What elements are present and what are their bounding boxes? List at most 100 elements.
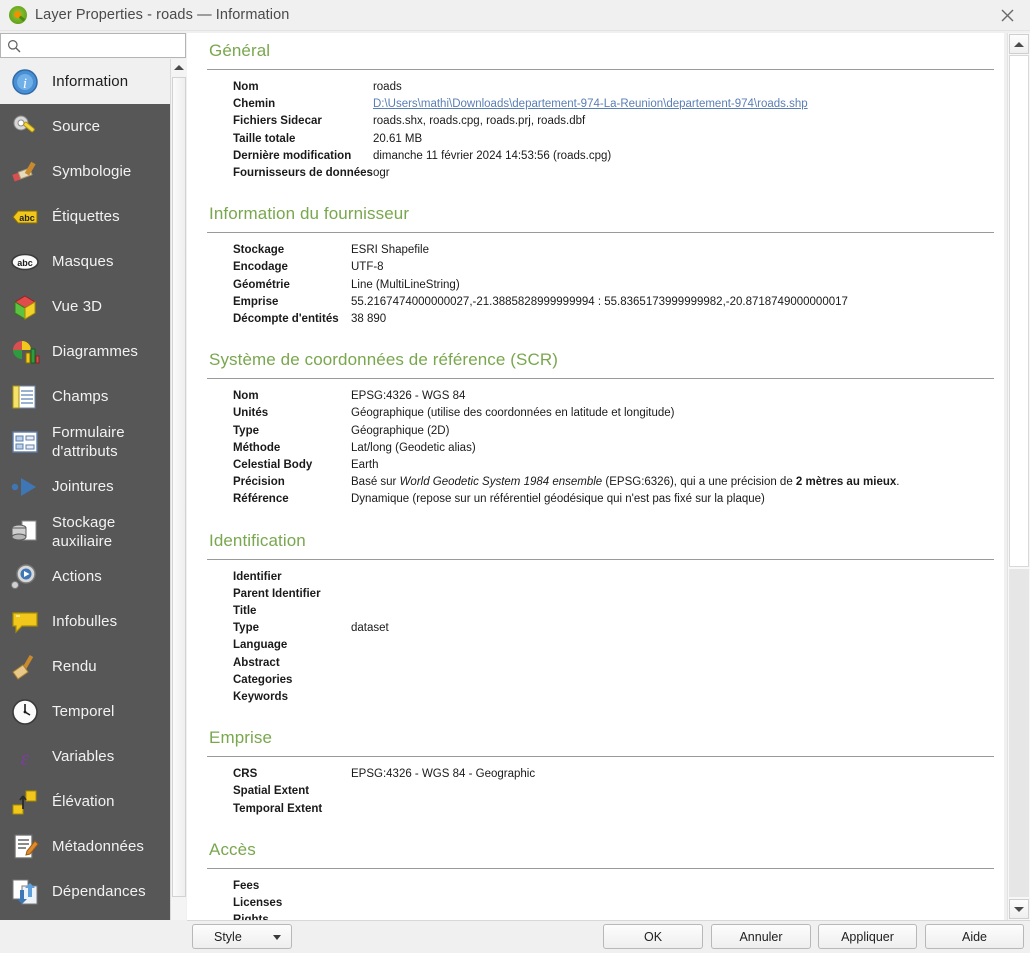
sidebar-item-champs[interactable]: Champs [0,374,170,419]
search-icon [7,39,21,53]
attributes-form-icon [8,425,42,459]
section-heading: Information du fournisseur [209,204,410,224]
content-scroll-thumb[interactable] [1009,55,1029,567]
sidebar-item-m-tadonn-es[interactable]: Métadonnées [0,824,170,869]
property-row: Fichiers Sidecar roads.shx, roads.cpg, ro… [233,113,808,130]
style-button[interactable]: Style [192,924,292,949]
section-heading: Accès [209,839,256,859]
content-scroll-track[interactable] [1009,569,1029,897]
rendering-broom-icon [8,650,42,684]
property-row: Nom EPSG:4326 - WGS 84 [233,388,899,405]
property-row: Rights [233,912,351,920]
sidebar-scroll-up-icon[interactable] [171,59,187,76]
sidebar-item-label: Jointures [52,478,114,495]
property-row: Unités Géographique (utilise des coordonn… [233,405,899,422]
auxiliary-storage-icon [8,515,42,549]
search-box[interactable] [0,33,186,58]
close-icon[interactable] [984,0,1030,31]
sidebar-scroll-thumb[interactable] [172,77,186,897]
sidebar-item-l-vation[interactable]: Élévation [0,779,170,824]
sidebar-item-source[interactable]: Source [0,104,170,149]
tooltips-balloon-icon [8,605,42,639]
search-input[interactable] [26,35,176,56]
labels-abc-tag-icon: abc [8,200,42,234]
section-divider [207,378,994,380]
sidebar-item-temporel[interactable]: Temporel [0,689,170,734]
content-scroll-up-icon[interactable] [1009,34,1029,54]
precision-bold: 2 mètres au mieux [795,476,897,489]
information-icon: i [8,65,42,99]
property-key: Emprise [233,295,279,308]
property-key: Parent Identifier [233,587,321,600]
sidebar-item-label: Diagrammes [52,343,139,360]
sidebar-item-jointures[interactable]: Jointures [0,464,170,509]
sidebar-item-label: Étiquettes [52,208,120,225]
sidebar-item-rendu[interactable]: Rendu [0,644,170,689]
property-key: Taille totale [233,132,296,145]
precision-italic: World Geodetic System 1984 ensemble [399,476,603,489]
property-row: Stockage ESRI Shapefile [233,242,848,259]
help-button[interactable]: Aide [925,924,1024,949]
title-bar: Layer Properties - roads — Information [0,0,1030,31]
content-scroll-down-icon[interactable] [1009,899,1029,919]
section-emprise: Emprise CRS EPSG:4326 - WGS 84 - Geographi… [207,728,994,818]
precision-suffix: . [896,476,900,489]
metadata-document-pencil-icon [8,830,42,864]
sidebar-item-information[interactable]: i Information [0,59,170,104]
svg-text:abc: abc [19,213,35,223]
sidebar-item-vue-3d[interactable]: Vue 3D [0,284,170,329]
actions-gear-play-icon [8,560,42,594]
apply-button[interactable]: Appliquer [818,924,917,949]
property-value [351,637,389,654]
svg-text:abc: abc [17,258,33,268]
property-key: Unités [233,407,269,420]
sidebar-scrollbar[interactable] [170,59,187,953]
sidebar-item-label: Dépendances [52,883,146,900]
property-value: ogr [372,167,390,180]
sidebar-item-infobulles[interactable]: Infobulles [0,599,170,644]
property-table: Nom roads Chemin D:\Users\mathi\Downloads\d… [233,79,808,182]
property-table: CRS EPSG:4326 - WGS 84 - Geographic Spatia… [233,766,535,818]
property-key: Celestial Body [233,459,313,472]
sidebar-item-label: Variables [52,748,115,765]
ok-button[interactable]: OK [603,924,703,949]
property-value: roads [372,81,402,93]
property-table: Identifier Parent Identifier Title Type data… [233,569,389,707]
property-value [351,801,535,818]
property-row: Parent Identifier [233,586,389,603]
section-acc-s: AccèsFeesLicensesRightsConstraints [207,840,994,920]
property-table: Nom EPSG:4326 - WGS 84 Unités Géographique … [233,388,899,508]
sidebar-item-masques[interactable]: abc Masques [0,239,170,284]
sidebar-item-symbologie[interactable]: Symbologie [0,149,170,194]
section-divider [207,558,994,560]
property-key: Nom [233,390,259,403]
cancel-button[interactable]: Annuler [711,924,811,949]
sidebar-item-formulaire-d-attributs[interactable]: Formulaire d'attributs [0,419,170,464]
sidebar-item-actions[interactable]: Actions [0,554,170,599]
sidebar-item-stockage-auxiliaire[interactable]: Stockage auxiliaire [0,509,170,554]
property-key: Géométrie [233,278,290,291]
property-value[interactable]: D:\Users\mathi\Downloads\departement-974… [373,96,808,113]
source-wrench-gear-icon [8,110,42,144]
sidebar-item-label: Infobulles [52,613,118,630]
property-value: Dynamique (repose sur un référentiel géo… [351,493,765,506]
property-row: Décompte d'entités 38 890 [233,311,848,328]
sidebar-item-label: Rendu [52,658,97,675]
property-value [351,672,389,689]
property-row: Chemin D:\Users\mathi\Downloads\departeme… [233,96,808,113]
property-key: Title [233,605,257,618]
file-path-link[interactable]: D:\Users\mathi\Downloads\departement-974… [373,98,808,110]
sidebar-item-label: Vue 3D [52,298,103,315]
sidebar-item-tiquettes[interactable]: abc Étiquettes [0,194,170,239]
sidebar-item-variables[interactable]: ε Variables [0,734,170,779]
property-key: Fournisseurs de données [233,167,373,180]
property-key: Chemin [233,98,276,111]
property-key: Précision [233,476,285,489]
layer-properties-dialog: Layer Properties - roads — Information i… [0,0,1030,953]
property-row: Temporal Extent [233,801,535,818]
content-scrollbar[interactable] [1007,33,1030,920]
sidebar-item-d-pendances[interactable]: Dépendances [0,869,170,914]
sidebar-item-diagrammes[interactable]: Diagrammes [0,329,170,374]
property-value: 20.61 MB [372,132,423,145]
chevron-down-icon [273,935,281,940]
